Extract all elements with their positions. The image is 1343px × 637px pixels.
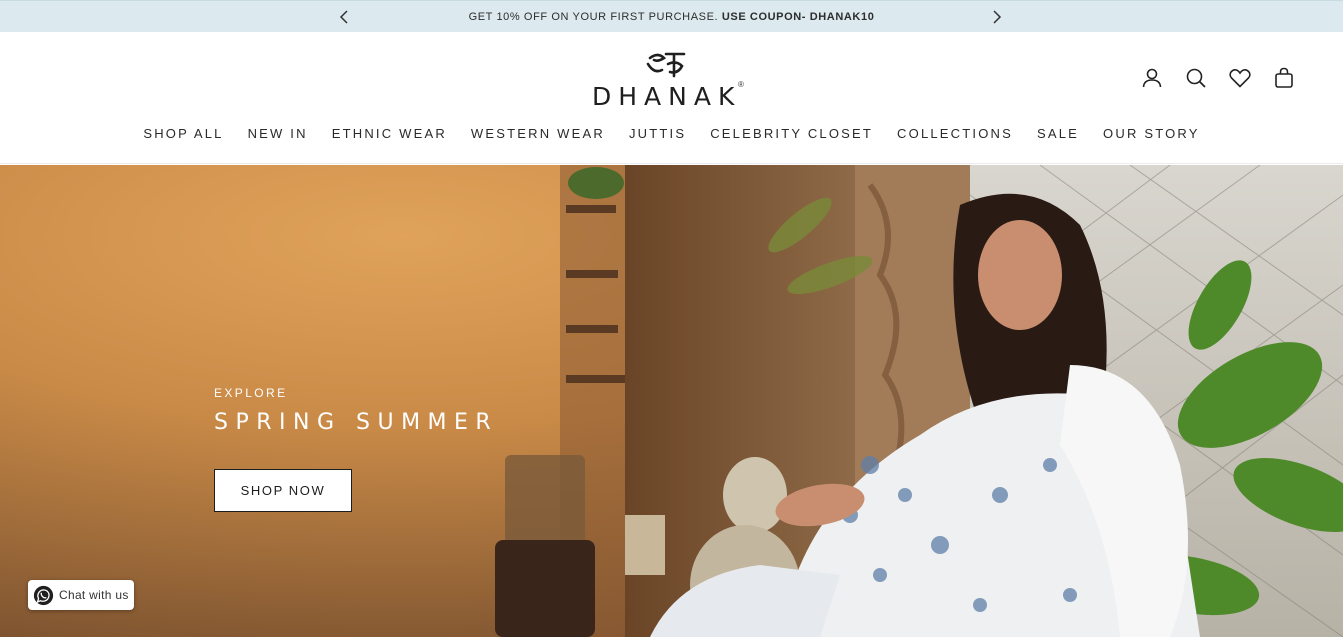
nav-juttis[interactable]: JUTTIS — [617, 126, 698, 141]
nav-collections[interactable]: COLLECTIONS — [885, 126, 1025, 141]
cart-bag-icon[interactable] — [1272, 66, 1296, 90]
brand-wordmark: DHANAK — [592, 82, 742, 111]
search-icon[interactable] — [1184, 66, 1208, 90]
brand-logo[interactable]: DHANAK ® — [588, 50, 754, 111]
brand-monogram-icon — [646, 52, 686, 78]
announcement-bar: GET 10% OFF ON YOUR FIRST PURCHASE. USE … — [0, 0, 1343, 32]
chat-widget-button[interactable]: Chat with us — [28, 580, 134, 610]
whatsapp-icon — [33, 585, 54, 605]
nav-shop-all[interactable]: SHOP ALL — [131, 126, 235, 141]
hero-banner[interactable]: EXPLORE SPRING SUMMER SHOP NOW — [0, 165, 1343, 637]
chat-label: Chat with us — [59, 588, 129, 602]
nav-celebrity-closet[interactable]: CELEBRITY CLOSET — [698, 126, 885, 141]
header-icons — [1140, 66, 1296, 90]
main-navigation: SHOP ALL NEW IN ETHNIC WEAR WESTERN WEAR… — [0, 126, 1343, 141]
announcement-message: GET 10% OFF ON YOUR FIRST PURCHASE. USE … — [469, 11, 875, 23]
chevron-left-icon[interactable] — [334, 7, 354, 27]
account-icon[interactable] — [1140, 66, 1164, 90]
registered-mark: ® — [738, 80, 744, 89]
site-header: DHANAK ® SHOP ALL NEW IN ETHNIC WEAR WES… — [0, 32, 1343, 164]
nav-our-story[interactable]: OUR STORY — [1091, 126, 1212, 141]
wishlist-heart-icon[interactable] — [1228, 66, 1252, 90]
chevron-right-icon[interactable] — [987, 7, 1007, 27]
hero-headline: SPRING SUMMER — [214, 410, 499, 435]
nav-ethnic-wear[interactable]: ETHNIC WEAR — [320, 126, 459, 141]
hero-image — [0, 165, 1343, 637]
shop-now-button[interactable]: SHOP NOW — [214, 469, 352, 512]
nav-new-in[interactable]: NEW IN — [236, 126, 320, 141]
hero-copy: EXPLORE SPRING SUMMER SHOP NOW — [214, 386, 499, 512]
hero-eyebrow: EXPLORE — [214, 386, 288, 400]
announcement-text: GET 10% OFF ON YOUR FIRST PURCHASE. — [468, 10, 719, 23]
nav-western-wear[interactable]: WESTERN WEAR — [459, 126, 617, 141]
nav-sale[interactable]: SALE — [1025, 126, 1091, 141]
announcement-coupon: USE COUPON- DHANAK10 — [721, 10, 875, 23]
